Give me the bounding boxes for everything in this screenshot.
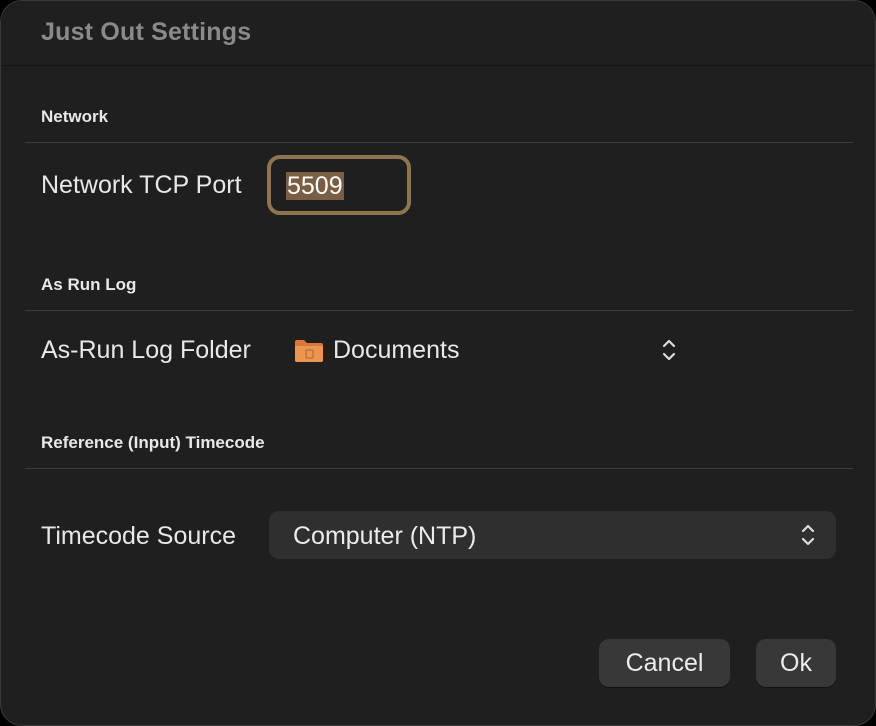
settings-window: Just Out Settings Network Network TCP Po…: [0, 0, 876, 726]
divider: [25, 310, 853, 311]
chevron-up-down-icon: [801, 524, 815, 546]
as-run-log-folder-value: Documents: [333, 336, 460, 364]
title-bar[interactable]: Just Out Settings: [1, 1, 875, 66]
section-header-timecode: Reference (Input) Timecode: [41, 433, 265, 452]
section-header-network: Network: [41, 107, 109, 126]
ok-button[interactable]: Ok: [756, 639, 836, 687]
network-tcp-port-field[interactable]: 5509: [267, 155, 411, 215]
divider: [25, 468, 853, 469]
timecode-source-label: Timecode Source: [41, 522, 236, 550]
cancel-button[interactable]: Cancel: [599, 639, 730, 687]
window-title: Just Out Settings: [41, 18, 252, 46]
section-header-as-run-log: As Run Log: [41, 275, 137, 294]
divider: [25, 142, 853, 143]
folder-icon: [295, 340, 323, 362]
chevron-up-down-icon[interactable]: [661, 337, 677, 363]
network-tcp-port-label: Network TCP Port: [41, 171, 242, 199]
as-run-log-folder-label: As-Run Log Folder: [41, 336, 251, 364]
timecode-source-value: Computer (NTP): [293, 522, 477, 550]
network-tcp-port-value[interactable]: 5509: [286, 172, 344, 200]
timecode-source-select[interactable]: Computer (NTP): [269, 511, 836, 559]
